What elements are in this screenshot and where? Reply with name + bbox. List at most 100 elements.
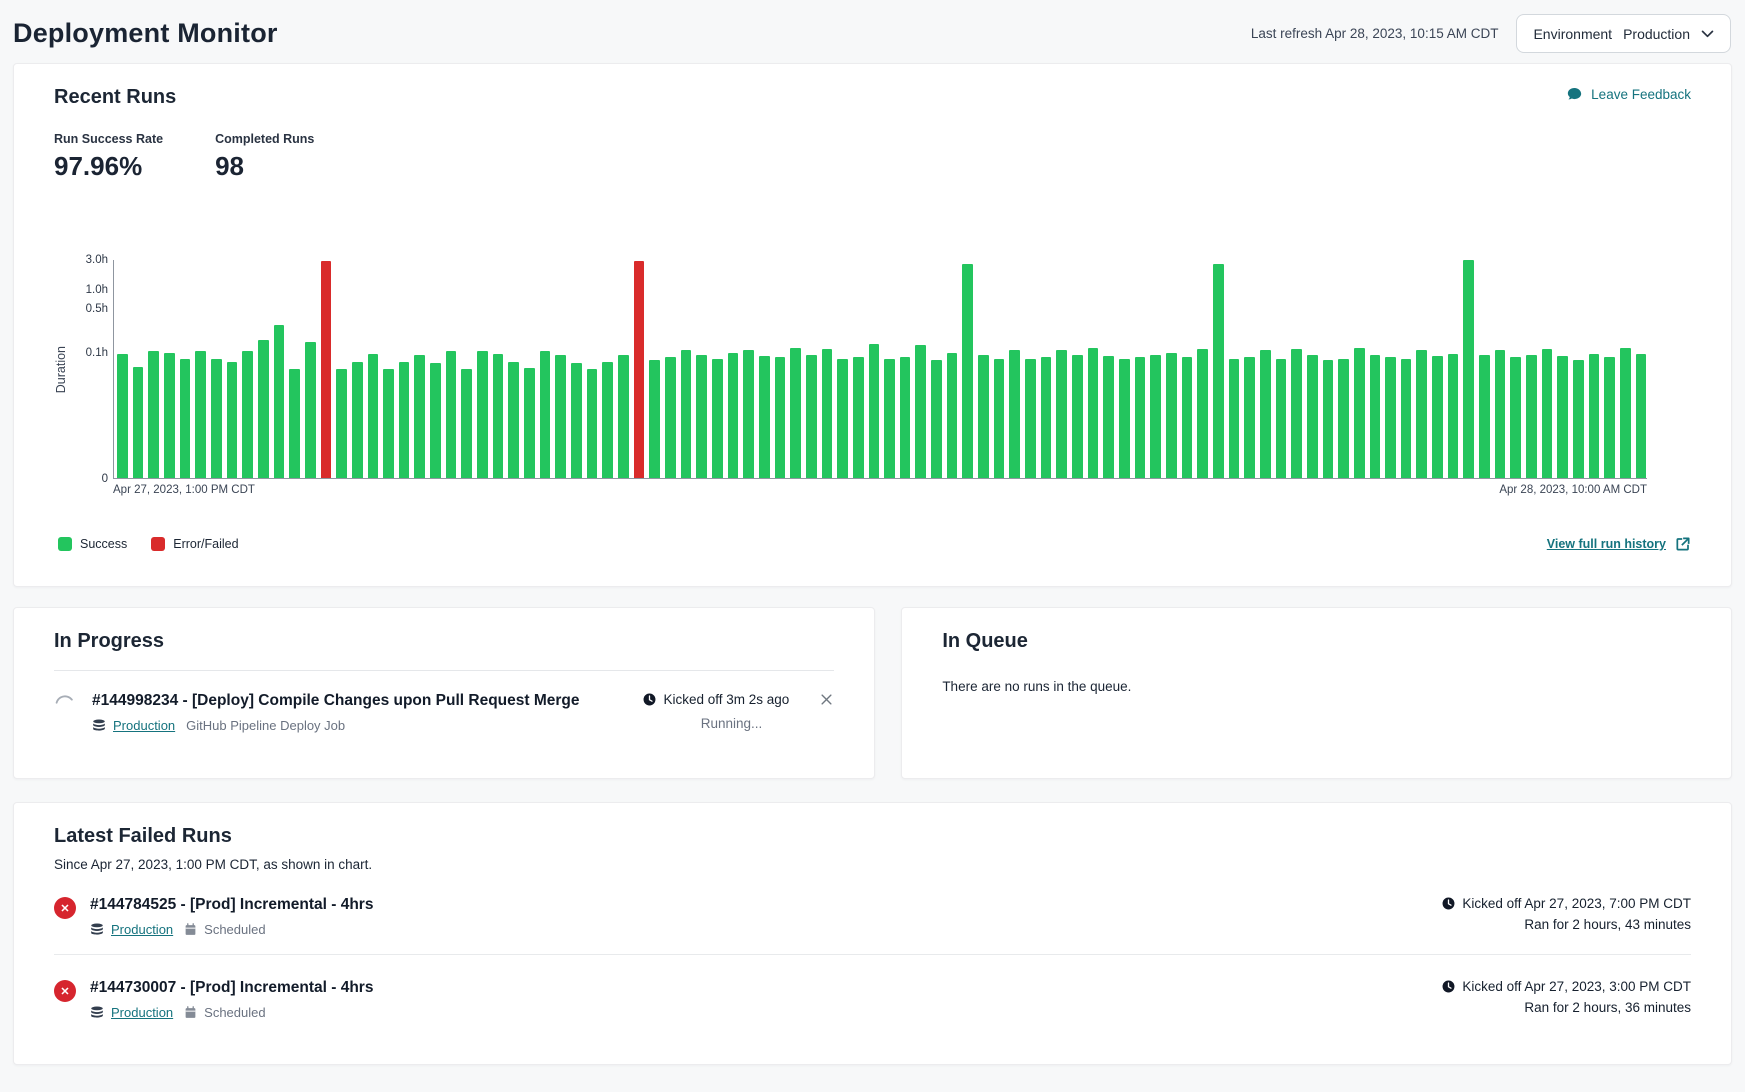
chart-bar-success[interactable]	[227, 362, 238, 478]
chart-bar-success[interactable]	[289, 369, 300, 478]
chart-bar-success[interactable]	[1323, 360, 1334, 478]
chart-bar-success[interactable]	[978, 355, 989, 478]
chart-bar-success[interactable]	[1244, 357, 1255, 478]
chart-bar-success[interactable]	[822, 349, 833, 478]
chart-bar-success[interactable]	[1276, 359, 1287, 478]
chart-bar-success[interactable]	[1495, 350, 1506, 478]
chart-bar-success[interactable]	[931, 360, 942, 478]
chart-bar-success[interactable]	[681, 350, 692, 478]
chart-bar-success[interactable]	[1025, 359, 1036, 478]
chart-bar-success[interactable]	[1589, 354, 1600, 478]
chart-bar-success[interactable]	[508, 362, 519, 478]
chart-bar-success[interactable]	[477, 351, 488, 478]
chart-bar-success[interactable]	[1088, 348, 1099, 478]
environment-link[interactable]: Production	[113, 718, 175, 733]
chart-bar-success[interactable]	[1135, 357, 1146, 478]
chart-bar-success[interactable]	[1354, 348, 1365, 478]
chart-bar-success[interactable]	[602, 362, 613, 478]
chart-bar-success[interactable]	[571, 363, 582, 478]
chart-bar-success[interactable]	[352, 362, 363, 478]
chart-bar-failed[interactable]	[634, 261, 645, 478]
chart-bar-success[interactable]	[1338, 359, 1349, 478]
chart-bar-success[interactable]	[1385, 357, 1396, 478]
chart-bar-success[interactable]	[399, 362, 410, 478]
chart-bar-success[interactable]	[1009, 350, 1020, 478]
chart-bar-success[interactable]	[618, 355, 629, 478]
chart-bar-success[interactable]	[180, 359, 191, 478]
chart-bar-success[interactable]	[493, 354, 504, 478]
chart-bar-success[interactable]	[1260, 350, 1271, 478]
chart-bar-success[interactable]	[1542, 349, 1553, 478]
chart-bar-success[interactable]	[195, 351, 206, 478]
chart-bar-success[interactable]	[1229, 359, 1240, 478]
chart-bar-success[interactable]	[524, 368, 535, 478]
chart-bar-success[interactable]	[368, 354, 379, 478]
chart-bar-success[interactable]	[1604, 357, 1615, 478]
chart-bar-success[interactable]	[1182, 357, 1193, 478]
chart-bar-success[interactable]	[962, 264, 973, 478]
chart-bar-success[interactable]	[117, 354, 128, 478]
close-icon[interactable]	[819, 692, 834, 707]
chart-bar-success[interactable]	[274, 325, 285, 478]
chart-bar-success[interactable]	[884, 359, 895, 478]
leave-feedback-link[interactable]: Leave Feedback	[1566, 86, 1691, 102]
chart-bar-success[interactable]	[1166, 353, 1177, 478]
chart-bar-success[interactable]	[1213, 264, 1224, 478]
environment-link[interactable]: Production	[111, 922, 173, 937]
chart-bar-success[interactable]	[712, 359, 723, 478]
chart-bar-success[interactable]	[1150, 355, 1161, 478]
chart-bar-success[interactable]	[1370, 355, 1381, 478]
chart-bar-success[interactable]	[1479, 355, 1490, 478]
chart-bar-success[interactable]	[1291, 349, 1302, 478]
chart-bar-success[interactable]	[869, 344, 880, 478]
chart-bar-success[interactable]	[1056, 350, 1067, 478]
chart-bar-success[interactable]	[743, 350, 754, 478]
chart-bar-success[interactable]	[1307, 355, 1318, 478]
chart-bar-success[interactable]	[242, 351, 253, 478]
chart-bar-success[interactable]	[696, 355, 707, 478]
chart-bar-success[interactable]	[446, 351, 457, 478]
chart-bar-success[interactable]	[540, 351, 551, 478]
chart-bar-success[interactable]	[1072, 355, 1083, 478]
chart-bar-success[interactable]	[1119, 359, 1130, 478]
chart-bar-success[interactable]	[853, 357, 864, 478]
chart-bar-success[interactable]	[1463, 260, 1474, 478]
chart-bar-success[interactable]	[1636, 354, 1647, 478]
chart-bar-success[interactable]	[1103, 356, 1114, 478]
chart-bar-success[interactable]	[775, 357, 786, 478]
chart-bar-success[interactable]	[430, 363, 441, 478]
chart-bar-success[interactable]	[461, 369, 472, 478]
chart-bar-success[interactable]	[1526, 355, 1537, 478]
chart-bar-success[interactable]	[414, 355, 425, 478]
chart-bar-success[interactable]	[1573, 360, 1584, 478]
chart-bar-success[interactable]	[1620, 348, 1631, 478]
chart-bar-success[interactable]	[305, 342, 316, 478]
chart-bar-success[interactable]	[148, 351, 159, 478]
chart-bar-success[interactable]	[1197, 349, 1208, 478]
chart-bar-success[interactable]	[336, 369, 347, 478]
chart-bar-success[interactable]	[1510, 357, 1521, 478]
chart-bar-success[interactable]	[837, 359, 848, 478]
chart-bar-success[interactable]	[258, 340, 269, 478]
chart-bar-success[interactable]	[649, 360, 660, 478]
view-full-run-history-link[interactable]: View full run history	[1547, 536, 1691, 552]
chart-bar-success[interactable]	[555, 355, 566, 478]
chart-bar-success[interactable]	[1401, 359, 1412, 478]
chart-bar-success[interactable]	[587, 369, 598, 478]
chart-bar-success[interactable]	[994, 359, 1005, 478]
chart-bar-success[interactable]	[211, 359, 222, 478]
chart-bar-success[interactable]	[164, 353, 175, 478]
chart-bar-success[interactable]	[790, 348, 801, 478]
chart-bar-success[interactable]	[806, 355, 817, 478]
chart-bar-success[interactable]	[1557, 356, 1568, 478]
environment-dropdown[interactable]: Environment Production	[1516, 14, 1731, 53]
chart-bar-success[interactable]	[1416, 350, 1427, 478]
chart-bar-success[interactable]	[759, 356, 770, 478]
chart-bar-success[interactable]	[1041, 357, 1052, 478]
environment-link[interactable]: Production	[111, 1005, 173, 1020]
chart-bar-success[interactable]	[900, 357, 911, 478]
chart-bar-success[interactable]	[728, 353, 739, 478]
chart-bar-success[interactable]	[1448, 354, 1459, 478]
chart-bar-success[interactable]	[665, 357, 676, 478]
chart-bar-success[interactable]	[947, 353, 958, 478]
